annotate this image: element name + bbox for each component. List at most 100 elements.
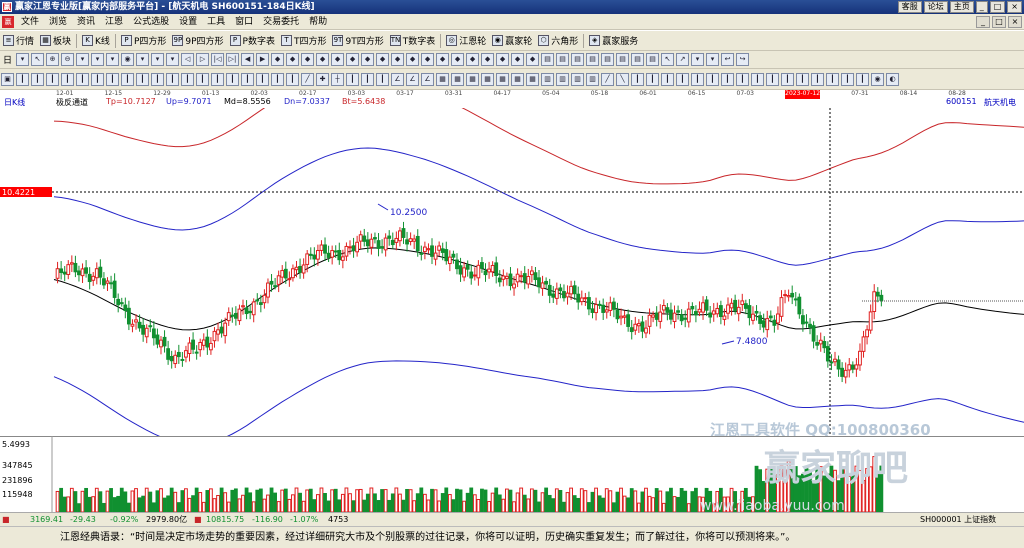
draw-tool-icon[interactable]: ▾	[76, 53, 90, 66]
period-label[interactable]: 日K线	[4, 97, 25, 108]
draw-tool-icon[interactable]: ◆	[496, 53, 510, 66]
draw-tool-icon[interactable]: ◆	[271, 53, 285, 66]
draw-tool-icon[interactable]: ⊖	[61, 53, 75, 66]
analysis-tool-icon[interactable]: ✚	[316, 72, 329, 86]
draw-tool-icon[interactable]: ▤	[571, 53, 585, 66]
analysis-tool-icon[interactable]: ┃	[736, 72, 749, 86]
draw-tool-icon[interactable]: ⊕	[46, 53, 60, 66]
close-button[interactable]: ×	[1007, 1, 1022, 13]
analysis-tool-icon[interactable]: ▦	[481, 72, 494, 86]
analysis-tool-icon[interactable]: ┃	[136, 72, 149, 86]
toolbar-item-8[interactable]: TN T数字表	[387, 33, 439, 49]
analysis-tool-icon[interactable]: ┃	[676, 72, 689, 86]
toolbar-item-0[interactable]: ≡ 行情	[0, 33, 37, 49]
period-selector[interactable]: 日	[0, 52, 15, 68]
analysis-tool-icon[interactable]: ┃	[376, 72, 389, 86]
toolbar-item-2[interactable]: K K线	[79, 33, 113, 49]
menu-help[interactable]: 帮助	[304, 14, 332, 30]
draw-tool-icon[interactable]: ◁	[181, 53, 195, 66]
toolbar-item-9[interactable]: ◎ 江恩轮	[443, 33, 489, 49]
menu-app-icon[interactable]: 赢	[2, 15, 14, 28]
analysis-tool-icon[interactable]: ▦	[451, 72, 464, 86]
draw-tool-icon[interactable]: ▾	[106, 53, 120, 66]
draw-tool-icon[interactable]: ▾	[91, 53, 105, 66]
analysis-tool-icon[interactable]: ∠	[391, 72, 404, 86]
analysis-tool-icon[interactable]: ┃	[706, 72, 719, 86]
analysis-tool-icon[interactable]: ┃	[766, 72, 779, 86]
analysis-tool-icon[interactable]: ▦	[511, 72, 524, 86]
draw-tool-icon[interactable]: ▾	[151, 53, 165, 66]
toolbar-item-1[interactable]: ▦ 板块	[37, 33, 74, 49]
draw-tool-icon[interactable]: ◆	[466, 53, 480, 66]
forum-button[interactable]: 论坛	[923, 1, 948, 13]
draw-tool-icon[interactable]: ▾	[16, 53, 30, 66]
menu-gann[interactable]: 江恩	[100, 14, 128, 30]
toolbar-item-6[interactable]: T T四方形	[278, 33, 330, 49]
menu-tools[interactable]: 工具	[202, 14, 230, 30]
price-chart[interactable]: 10.4221 2023-07-12 10.2500 7.4800 江恩工具软件…	[0, 108, 1024, 436]
draw-tool-icon[interactable]: ▤	[631, 53, 645, 66]
analysis-tool-icon[interactable]: ┃	[841, 72, 854, 86]
analysis-tool-icon[interactable]: ◉	[871, 72, 884, 86]
analysis-tool-icon[interactable]: ┃	[271, 72, 284, 86]
toolbar-item-5[interactable]: P P数字表	[227, 33, 278, 49]
draw-tool-icon[interactable]: ▤	[646, 53, 660, 66]
draw-tool-icon[interactable]: ◆	[331, 53, 345, 66]
analysis-tool-icon[interactable]: ┃	[61, 72, 74, 86]
draw-tool-icon[interactable]: ◆	[361, 53, 375, 66]
analysis-tool-icon[interactable]: ┃	[181, 72, 194, 86]
analysis-tool-icon[interactable]: ┃	[661, 72, 674, 86]
analysis-tool-icon[interactable]: ┃	[166, 72, 179, 86]
analysis-tool-icon[interactable]: ┃	[241, 72, 254, 86]
draw-tool-icon[interactable]: ◆	[481, 53, 495, 66]
draw-tool-icon[interactable]: ↪	[736, 53, 750, 66]
draw-tool-icon[interactable]: ◉	[121, 53, 135, 66]
draw-tool-icon[interactable]: ↩	[721, 53, 735, 66]
volume-chart[interactable]: 5.4993 347845 231896 115948 赢家聊吧 www.jia…	[0, 436, 1024, 512]
draw-tool-icon[interactable]: ▾	[166, 53, 180, 66]
menu-formula-screening[interactable]: 公式选股	[128, 14, 174, 30]
draw-tool-icon[interactable]: ▤	[601, 53, 615, 66]
analysis-tool-icon[interactable]: ╱	[601, 72, 614, 86]
analysis-tool-icon[interactable]: ∠	[421, 72, 434, 86]
analysis-tool-icon[interactable]: ┃	[691, 72, 704, 86]
analysis-tool-icon[interactable]: ▦	[436, 72, 449, 86]
draw-tool-icon[interactable]: ▷|	[226, 53, 240, 66]
toolbar-item-10[interactable]: ◉ 赢家轮	[489, 33, 535, 49]
menu-file[interactable]: 文件	[16, 14, 44, 30]
analysis-tool-icon[interactable]: ┃	[826, 72, 839, 86]
analysis-tool-icon[interactable]: ▣	[1, 72, 14, 86]
draw-tool-icon[interactable]: ◆	[346, 53, 360, 66]
analysis-tool-icon[interactable]: ┃	[16, 72, 29, 86]
analysis-tool-icon[interactable]: ┃	[286, 72, 299, 86]
customer-service-button[interactable]: 客服	[897, 1, 922, 13]
draw-tool-icon[interactable]: ↖	[31, 53, 45, 66]
analysis-tool-icon[interactable]: ▥	[541, 72, 554, 86]
homepage-button[interactable]: 主页	[949, 1, 974, 13]
analysis-tool-icon[interactable]: ┃	[361, 72, 374, 86]
analysis-tool-icon[interactable]: ┃	[226, 72, 239, 86]
toolbar-item-3[interactable]: P P四方形	[118, 33, 169, 49]
draw-tool-icon[interactable]: ◆	[301, 53, 315, 66]
draw-tool-icon[interactable]: ◆	[436, 53, 450, 66]
draw-tool-icon[interactable]: ↖	[661, 53, 675, 66]
menu-settings[interactable]: 设置	[174, 14, 202, 30]
analysis-tool-icon[interactable]: ┃	[256, 72, 269, 86]
analysis-tool-icon[interactable]: ┃	[46, 72, 59, 86]
draw-tool-icon[interactable]: ◆	[526, 53, 540, 66]
draw-tool-icon[interactable]: |◁	[211, 53, 225, 66]
menu-browse[interactable]: 浏览	[44, 14, 72, 30]
analysis-tool-icon[interactable]: ┃	[196, 72, 209, 86]
analysis-tool-icon[interactable]: ◐	[886, 72, 899, 86]
menu-info[interactable]: 资讯	[72, 14, 100, 30]
draw-tool-icon[interactable]: ▾	[691, 53, 705, 66]
menu-trading[interactable]: 交易委托	[258, 14, 304, 30]
analysis-tool-icon[interactable]: ┃	[121, 72, 134, 86]
toolbar-item-4[interactable]: 9P 9P四方形	[169, 33, 226, 49]
analysis-tool-icon[interactable]: ┃	[106, 72, 119, 86]
analysis-tool-icon[interactable]: ┃	[646, 72, 659, 86]
analysis-tool-icon[interactable]: ┃	[346, 72, 359, 86]
analysis-tool-icon[interactable]: ▥	[556, 72, 569, 86]
toolbar-item-7[interactable]: 9T 9T四方形	[329, 33, 386, 49]
analysis-tool-icon[interactable]: ∠	[406, 72, 419, 86]
